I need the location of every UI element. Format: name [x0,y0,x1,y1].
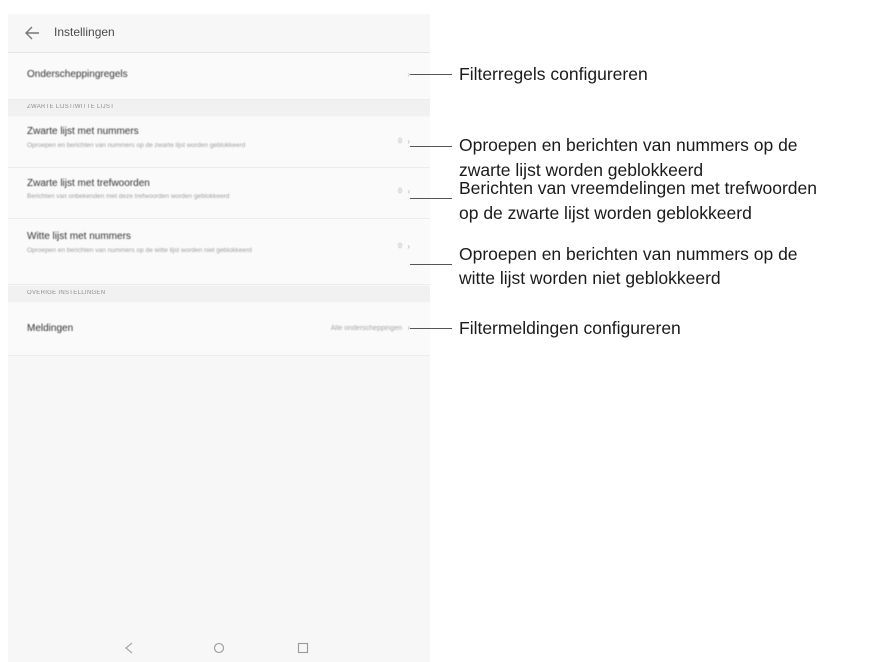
blacklist-keywords-subtitle: Berichten van onbekenden met deze trefwo… [27,193,230,200]
callout-whitelist-line2: witte lijst worden niet geblokkeerd [459,268,721,288]
interception-rules-row[interactable]: Onderscheppingregels › [8,53,430,100]
callout-blacklist-keywords-line2: op de zwarte lijst worden geblokkeerd [459,203,752,223]
section-header-other: OVERIGE INSTELLINGEN [8,286,430,302]
chevron-right-icon: › [407,187,410,196]
whitelist-numbers-row[interactable]: Witte lijst met nummers Oproepen en beri… [8,219,430,285]
whitelist-numbers-subtitle: Oproepen en berichten van nummers op de … [27,247,252,254]
section-label-lists: ZWARTE LIJST/WITTE LIJST [27,104,115,110]
blacklist-numbers-row[interactable]: Zwarte lijst met nummers Oproepen en ber… [8,117,430,168]
app-bar: Instellingen [8,14,430,53]
callout-notifications: Filtermeldingen configureren [459,318,681,338]
triangle-back-icon[interactable] [121,639,139,657]
blacklist-keywords-title: Zwarte lijst met trefwoorden [27,178,150,189]
whitelist-numbers-title: Witte lijst met nummers [27,231,131,242]
chevron-right-icon: › [407,137,410,146]
callout-rules: Filterregels configureren [459,64,648,84]
leader-line [410,328,452,329]
leader-line [410,146,452,147]
callout-blacklist-numbers-line1: Oproepen en berichten van nummers op de [459,135,798,155]
circle-home-icon[interactable] [210,639,228,657]
blacklist-keywords-row[interactable]: Zwarte lijst met trefwoorden Berichten v… [8,168,430,219]
whitelist-numbers-count: 0 [398,243,402,250]
page-title: Instellingen [54,25,115,39]
phone-screen: Instellingen Onderscheppingregels › ZWAR… [8,14,430,662]
leader-line [410,264,452,265]
blacklist-numbers-subtitle: Oproepen en berichten van nummers op de … [27,142,246,149]
leader-line [410,74,452,75]
square-recents-icon[interactable] [294,639,312,657]
callout-blacklist-keywords-line1: Berichten van vreemdelingen met trefwoor… [459,178,817,198]
system-navigation-bar [8,634,430,662]
blacklist-keywords-count: 0 [398,188,402,195]
notifications-row[interactable]: Meldingen Alle onderscheppingen › [8,303,430,356]
section-header-lists: ZWARTE LIJST/WITTE LIJST [8,100,430,116]
interception-rules-title: Onderscheppingregels [27,69,128,80]
section-label-other: OVERIGE INSTELLINGEN [27,290,106,296]
chevron-right-icon: › [407,242,410,251]
leader-line [410,198,452,199]
arrow-left-icon[interactable] [24,26,40,40]
notifications-title: Meldingen [27,323,74,334]
blacklist-numbers-count: 0 [398,138,402,145]
notifications-value: Alle onderscheppingen [330,325,402,332]
blacklist-numbers-title: Zwarte lijst met nummers [27,126,139,137]
callout-whitelist-line1: Oproepen en berichten van nummers op de [459,244,798,264]
